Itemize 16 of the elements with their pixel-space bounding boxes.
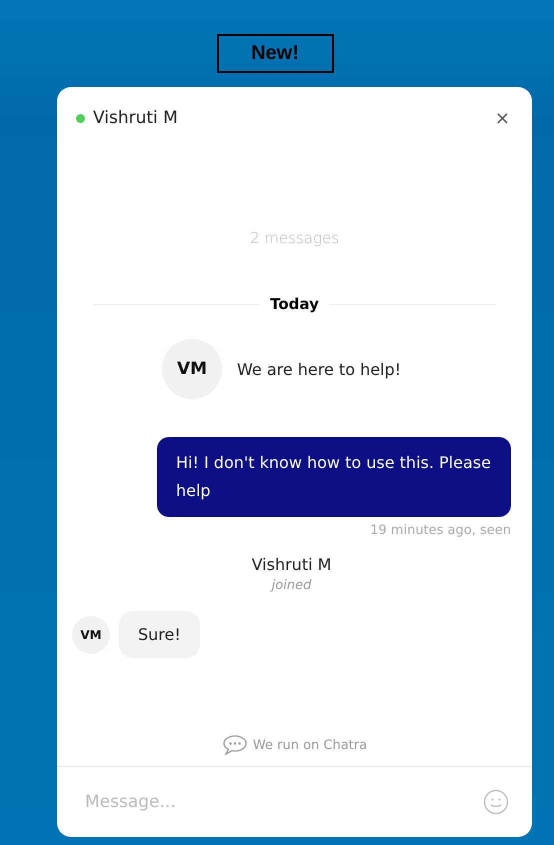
smiley-icon[interactable]: [483, 789, 509, 815]
event-text: joined: [272, 578, 312, 593]
day-divider-label: Today: [270, 295, 319, 313]
message-status: 19 minutes ago, seen: [370, 523, 511, 538]
chat-bubble-icon: [222, 734, 248, 756]
agent-avatar: VM: [72, 616, 110, 654]
agent-avatar: VM: [162, 339, 222, 399]
branding-link[interactable]: We run on Chatra: [252, 738, 368, 752]
close-button[interactable]: ×: [492, 108, 512, 128]
message-count-link[interactable]: 2 messages: [250, 229, 340, 247]
agent-name: Vishruti M: [93, 108, 179, 128]
sent-message-bubble: Hi! I don't know how to use this. Please help: [157, 437, 511, 517]
new-label: New!: [216, 34, 334, 73]
received-message-bubble: Sure!: [119, 611, 200, 658]
greeting-text: We are here to help!: [237, 360, 402, 378]
agent-name: Vishruti M: [252, 555, 332, 574]
